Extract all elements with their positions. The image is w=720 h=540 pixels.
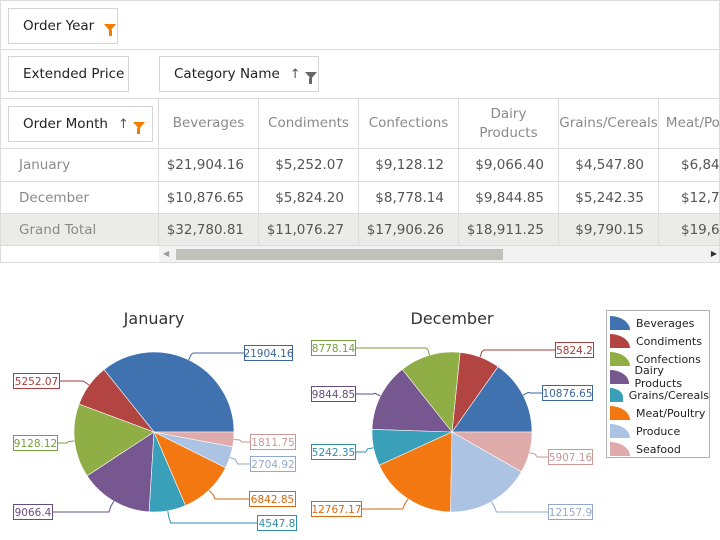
legend-swatch (610, 424, 630, 438)
data-label: 9128.12 (14, 438, 57, 450)
label-connector (491, 501, 548, 513)
legend-item: Meat/Poultry (610, 404, 709, 422)
label-connector (355, 447, 374, 453)
data-label: 6842.85 (251, 494, 294, 506)
label-connector (479, 349, 555, 358)
legend-swatch (610, 370, 629, 384)
legend-item: Dairy Products (610, 364, 709, 390)
legend-swatch (610, 352, 630, 366)
data-label: 9844.85 (312, 389, 355, 401)
label-connector (529, 452, 548, 458)
label-connector (167, 510, 257, 524)
label-connector (52, 500, 115, 513)
data-label: 12157.9 (549, 507, 592, 519)
legend-item: Grains/Cereals (610, 386, 709, 404)
label-connector (208, 489, 249, 500)
data-label: 2704.92 (251, 459, 294, 471)
data-label: 5907.16 (549, 452, 593, 464)
label-connector (355, 347, 430, 356)
legend-swatch (610, 442, 630, 456)
data-label: 4547.8 (259, 518, 296, 530)
data-label: 5824.2 (556, 345, 593, 357)
data-label: 5252.07 (15, 376, 58, 388)
data-label: 10876.65 (542, 388, 592, 400)
pie-charts: 21904.16 5252.07 9128.12 9066.4 4547.8 6842.8… (13, 340, 594, 531)
legend-swatch (610, 334, 630, 348)
label-connector (522, 391, 542, 396)
data-label: 1811.75 (251, 437, 294, 449)
label-connector (229, 457, 250, 465)
label-connector (59, 380, 90, 386)
label-connector (355, 392, 381, 397)
data-label: 8778.14 (312, 343, 356, 355)
label-connector (361, 498, 409, 510)
label-connector (57, 440, 75, 444)
legend-swatch (610, 388, 623, 402)
data-label: 12767.17 (311, 504, 361, 516)
legend-swatch (610, 316, 630, 330)
label-connector (188, 352, 244, 361)
legend-swatch (610, 406, 630, 420)
data-label: 5242.35 (312, 447, 355, 459)
data-label: 21904.16 (243, 348, 293, 360)
legend-item: Seafood (610, 440, 709, 458)
label-connector (233, 438, 250, 443)
chart-legend: Beverages Condiments Confections Dairy Prod… (606, 310, 710, 458)
data-label: 9066.4 (15, 507, 52, 519)
legend-item: Condiments (610, 332, 709, 350)
legend-item: Produce (610, 422, 709, 440)
legend-item: Beverages (610, 314, 709, 332)
